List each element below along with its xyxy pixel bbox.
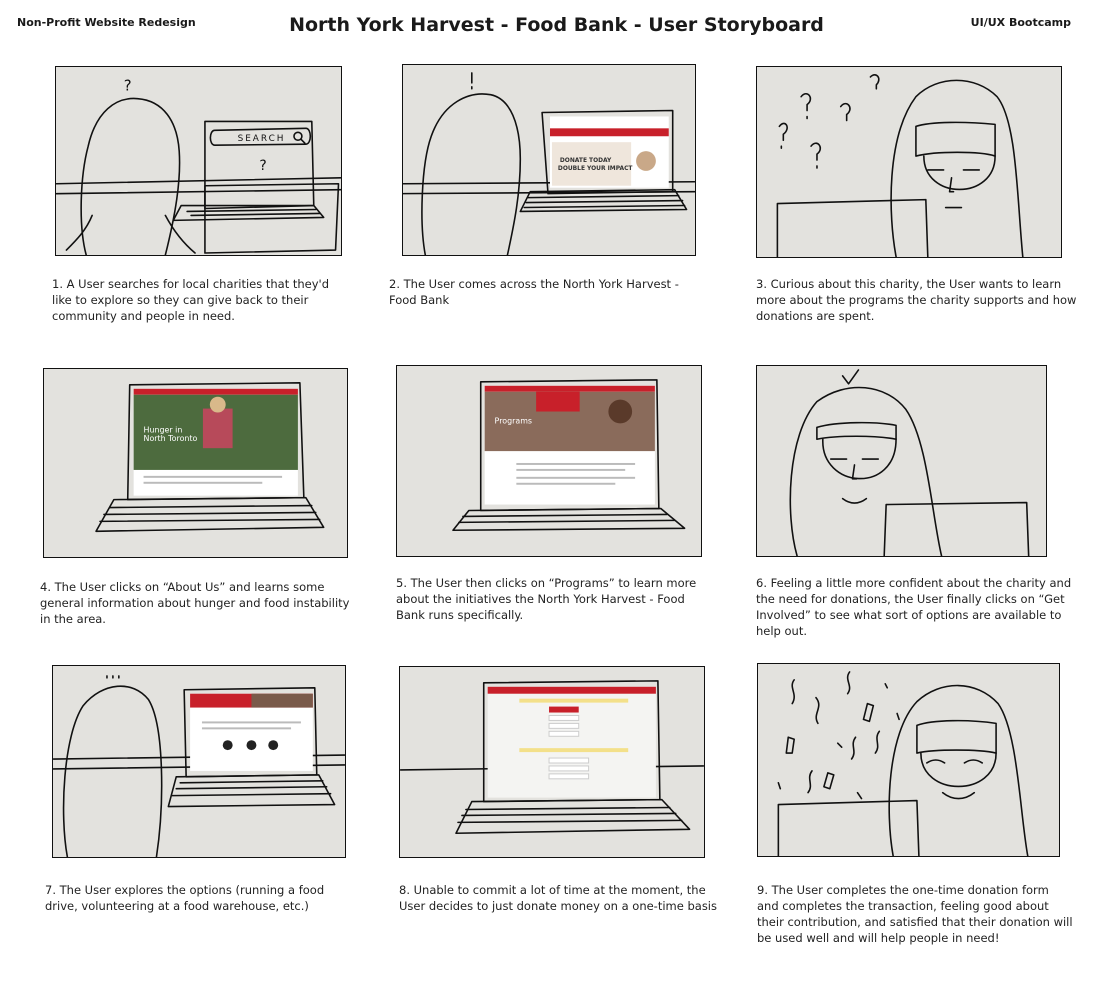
panel-8-caption: 8. Unable to commit a lot of time at the… — [399, 883, 717, 913]
panel-3-sketch — [756, 66, 1062, 258]
panel-2-drawing: DONATE TODAY DOUBLE YOUR IMPACT — [403, 72, 695, 255]
storyboard-title: North York Harvest - Food Bank - User St… — [289, 14, 824, 36]
panel-4-sketch: Hunger in North Toronto — [43, 368, 348, 558]
panel-6-drawing — [789, 369, 1030, 556]
panel-8-sketch — [399, 666, 705, 858]
panel-8-drawing — [400, 680, 704, 835]
panel-7-sketch — [52, 665, 346, 858]
panel-4-drawing: Hunger in North Toronto — [95, 382, 325, 533]
panel-3-caption: 3. Curious about this charity, the User … — [756, 277, 1077, 323]
course-label: UI/UX Bootcamp — [970, 16, 1071, 29]
panel-5-programs-text: Programs — [495, 416, 532, 425]
panel-3-drawing — [776, 74, 1024, 257]
panel-7-caption: 7. The User explores the options (runnin… — [45, 883, 325, 913]
panel-1-question-mark-head: ? — [124, 78, 132, 95]
panel-1-question-mark-screen: ? — [259, 158, 266, 174]
panel-4-hunger-text: Hunger in — [144, 425, 183, 434]
panel-2-sketch: DONATE TODAY DOUBLE YOUR IMPACT — [402, 64, 696, 256]
panel-4-north-toronto-text: North Toronto — [144, 434, 198, 443]
panel-9-drawing — [777, 671, 1029, 856]
panel-2-donate-text: DONATE TODAY — [560, 157, 612, 164]
panel-5-caption: 5. The User then clicks on “Programs” to… — [396, 576, 697, 622]
panel-6-sketch — [756, 365, 1047, 557]
panel-5-sketch: Programs — [396, 365, 702, 557]
panel-4-caption: 4. The User clicks on “About Us” and lea… — [40, 580, 350, 626]
panel-7-drawing — [53, 675, 345, 857]
panel-1-drawing: SEARCH ? ? — [56, 78, 341, 255]
panel-6-caption: 6. Feeling a little more confident about… — [756, 576, 1072, 638]
panel-9-caption: 9. The User completes the one-time donat… — [757, 883, 1073, 945]
panel-9-sketch — [757, 663, 1060, 857]
panel-2-caption: 2. The User comes across the North York … — [389, 277, 679, 307]
panel-1-caption: 1. A User searches for local charities t… — [52, 277, 330, 323]
panel-5-drawing: Programs — [452, 379, 686, 532]
panel-1-search-label: SEARCH — [238, 134, 286, 144]
panel-1-sketch: SEARCH ? ? — [55, 66, 342, 256]
panel-8-screen — [487, 686, 656, 798]
panel-2-impact-text: DOUBLE YOUR IMPACT — [558, 165, 633, 172]
